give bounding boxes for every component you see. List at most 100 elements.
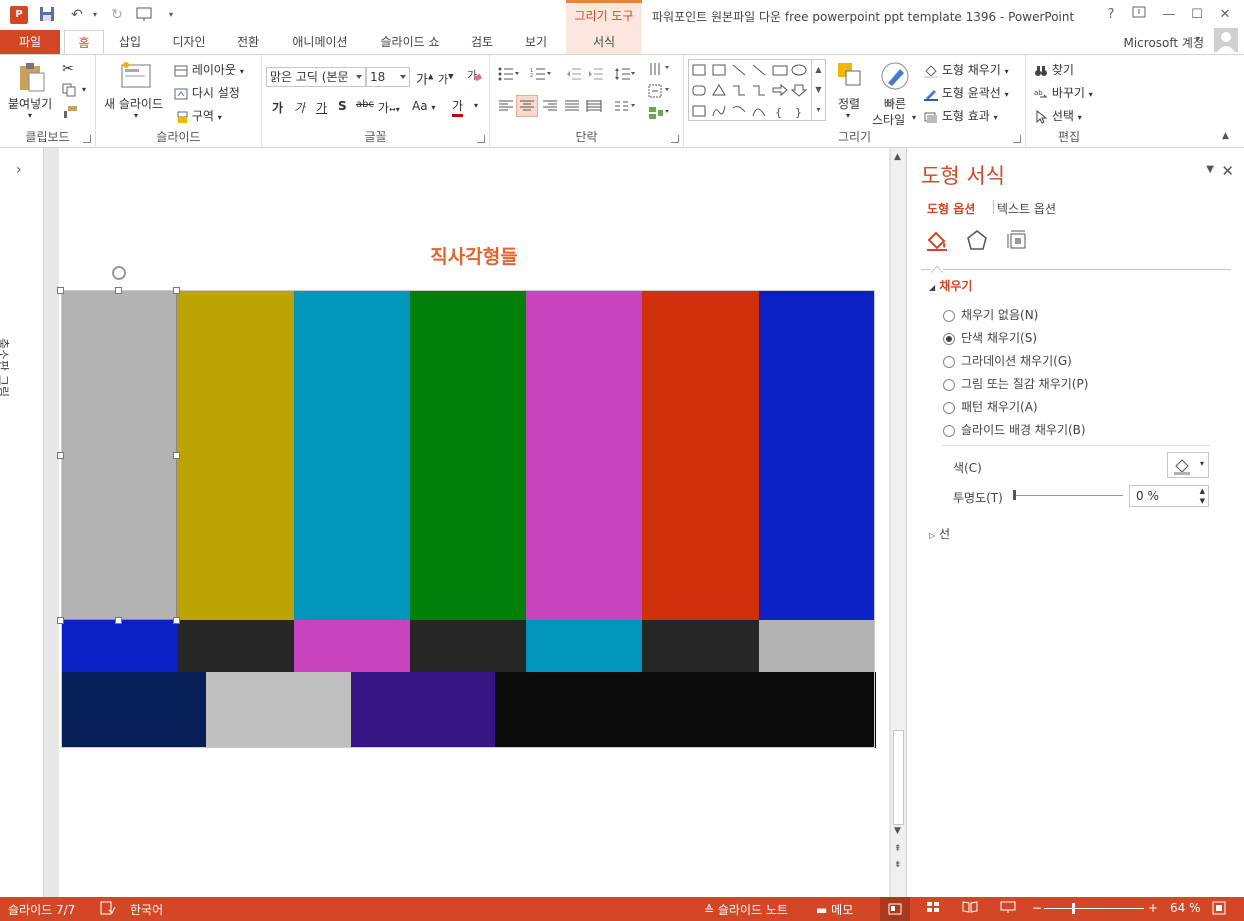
arrange-icon[interactable] [836, 61, 868, 93]
rotate-handle[interactable] [112, 266, 126, 280]
section-button[interactable]: 구역 ▾ [174, 107, 222, 124]
copy-icon[interactable] [62, 83, 76, 100]
radio-pattern-fill[interactable] [943, 401, 955, 414]
collapse-ribbon-icon[interactable]: ▲ [1222, 131, 1229, 141]
account-label[interactable]: Microsoft 계정 [1123, 34, 1204, 51]
paste-button[interactable]: 붙여넣기 [8, 95, 52, 112]
color-bar-mid[interactable] [177, 620, 295, 672]
find-button[interactable]: 찾기 [1034, 61, 1074, 78]
radio-solid-fill[interactable] [943, 332, 955, 345]
increase-font-icon[interactable]: 가▲ [416, 69, 433, 88]
expand-thumbnails-icon[interactable]: › [16, 162, 22, 178]
clear-formatting-icon[interactable]: 가 [466, 67, 483, 86]
shape-outline-button[interactable]: 도형 윤곽선 ▾ [924, 84, 1009, 101]
select-button[interactable]: 선택 ▾ [1034, 107, 1082, 124]
notes-button[interactable]: ≙ 슬라이드 노트 [704, 901, 788, 918]
ribbon-display-options-icon[interactable] [1128, 5, 1150, 25]
new-slide-button[interactable]: 새 슬라이드 [104, 95, 163, 112]
fill-option-none[interactable]: 채우기 없음(N) [943, 306, 1038, 323]
resize-handle-br[interactable] [173, 617, 180, 624]
scroll-down-icon[interactable]: ▼ [894, 826, 901, 836]
scrollbar-thumb[interactable] [893, 730, 904, 825]
font-name-dropdown[interactable]: 맑은 고딕 (본문 [266, 67, 366, 87]
color-bar-bottom[interactable] [61, 672, 207, 748]
change-case-button[interactable]: Aa ▾ [412, 99, 435, 113]
quick-styles-icon[interactable] [880, 61, 912, 93]
tab-design[interactable]: 디자인 [164, 30, 214, 54]
resize-handle-r[interactable] [173, 452, 180, 459]
help-icon[interactable]: ? [1100, 5, 1122, 25]
fit-slide-icon[interactable] [1212, 901, 1226, 918]
shadow-button[interactable]: S [338, 99, 347, 113]
radio-no-fill[interactable] [943, 309, 955, 322]
fill-line-icon[interactable] [925, 228, 949, 252]
cut-icon[interactable]: ✂ [62, 61, 74, 77]
arrange-button[interactable]: 정렬 [838, 95, 860, 112]
justify-icon[interactable] [564, 99, 580, 116]
color-bar-top[interactable] [526, 290, 643, 620]
close-icon[interactable]: ✕ [1214, 5, 1236, 25]
transparency-spinner-icon[interactable]: ▲ ▼ [1200, 486, 1205, 506]
pane-close-icon[interactable]: ✕ [1221, 162, 1234, 180]
decrease-indent-icon[interactable] [566, 67, 582, 84]
normal-view-button[interactable] [880, 897, 910, 921]
char-spacing-button[interactable]: 가↔▾ [378, 99, 400, 116]
radio-gradient-fill[interactable] [943, 355, 955, 368]
convert-smartart-icon[interactable] [648, 105, 670, 124]
font-size-dropdown[interactable]: 18 [366, 67, 410, 87]
color-bar-top[interactable] [293, 290, 411, 620]
layout-button[interactable]: 레이아웃 ▾ [174, 61, 244, 78]
copy-dropdown-icon[interactable]: ▾ [82, 85, 86, 94]
font-color-dropdown-icon[interactable]: ▾ [474, 101, 478, 110]
shape-fill-button[interactable]: 도형 채우기 ▾ [924, 61, 1009, 78]
tab-home[interactable]: 홈 [64, 30, 104, 54]
quick-styles-label-2[interactable]: 스타일 [872, 111, 905, 128]
slide-canvas[interactable]: 직사각형들 [57, 148, 889, 897]
reading-view-icon[interactable] [962, 901, 978, 916]
color-bar-top[interactable] [409, 290, 527, 620]
minimize-icon[interactable]: — [1158, 5, 1180, 25]
fill-option-solid[interactable]: 단색 채우기(S) [943, 329, 1037, 346]
tab-slideshow[interactable]: 슬라이드 쇼 [372, 30, 448, 54]
arrange-dropdown-icon[interactable]: ▾ [846, 111, 850, 120]
scroll-up-icon[interactable]: ▲ [894, 152, 901, 162]
color-bar-mid[interactable] [293, 620, 411, 672]
bullets-icon[interactable] [498, 67, 520, 84]
color-bar-mid[interactable] [526, 620, 643, 672]
tab-transitions[interactable]: 전환 [228, 30, 268, 54]
fill-color-picker[interactable]: ▾ [1167, 452, 1209, 478]
paste-icon[interactable] [16, 61, 48, 93]
color-bar-bottom[interactable] [206, 672, 352, 748]
strikethrough-button[interactable]: abc [356, 99, 374, 110]
decrease-font-icon[interactable]: 가▼ [438, 71, 454, 87]
customize-qat-icon[interactable]: ▾ [162, 6, 180, 24]
zoom-in-icon[interactable]: + [1148, 901, 1158, 915]
resize-handle-bl[interactable] [57, 617, 64, 624]
zoom-slider[interactable] [1044, 908, 1144, 909]
zoom-out-icon[interactable]: − [1032, 901, 1042, 915]
tab-shape-options[interactable]: 도형 옵션 [927, 200, 975, 217]
transparency-slider-thumb[interactable] [1013, 490, 1016, 500]
bold-button[interactable]: 가 [272, 99, 283, 116]
save-icon[interactable] [38, 6, 56, 24]
redo-icon[interactable]: ↻ [108, 6, 126, 24]
tab-file[interactable]: 파일 [0, 30, 60, 54]
align-text-icon[interactable] [648, 83, 670, 102]
color-bar-top[interactable] [642, 290, 760, 620]
slide-sorter-icon[interactable] [926, 901, 940, 916]
fill-option-gradient[interactable]: 그라데이션 채우기(G) [943, 352, 1072, 369]
numbering-icon[interactable]: 12 [530, 67, 552, 84]
color-bar-top[interactable] [177, 290, 295, 620]
radio-picture-fill[interactable] [943, 378, 955, 391]
color-bar-mid[interactable] [61, 620, 178, 672]
replace-button[interactable]: ab 바꾸기 ▾ [1034, 84, 1093, 101]
resize-handle-tl[interactable] [57, 287, 64, 294]
new-slide-icon[interactable] [120, 61, 152, 93]
tab-animations[interactable]: 애니메이션 [280, 30, 360, 54]
increase-indent-icon[interactable] [588, 67, 604, 84]
transparency-slider[interactable] [1013, 495, 1123, 496]
line-spacing-icon[interactable] [614, 67, 636, 84]
avatar[interactable] [1214, 28, 1238, 52]
color-bar-mid[interactable] [642, 620, 760, 672]
resize-handle-t[interactable] [115, 287, 122, 294]
